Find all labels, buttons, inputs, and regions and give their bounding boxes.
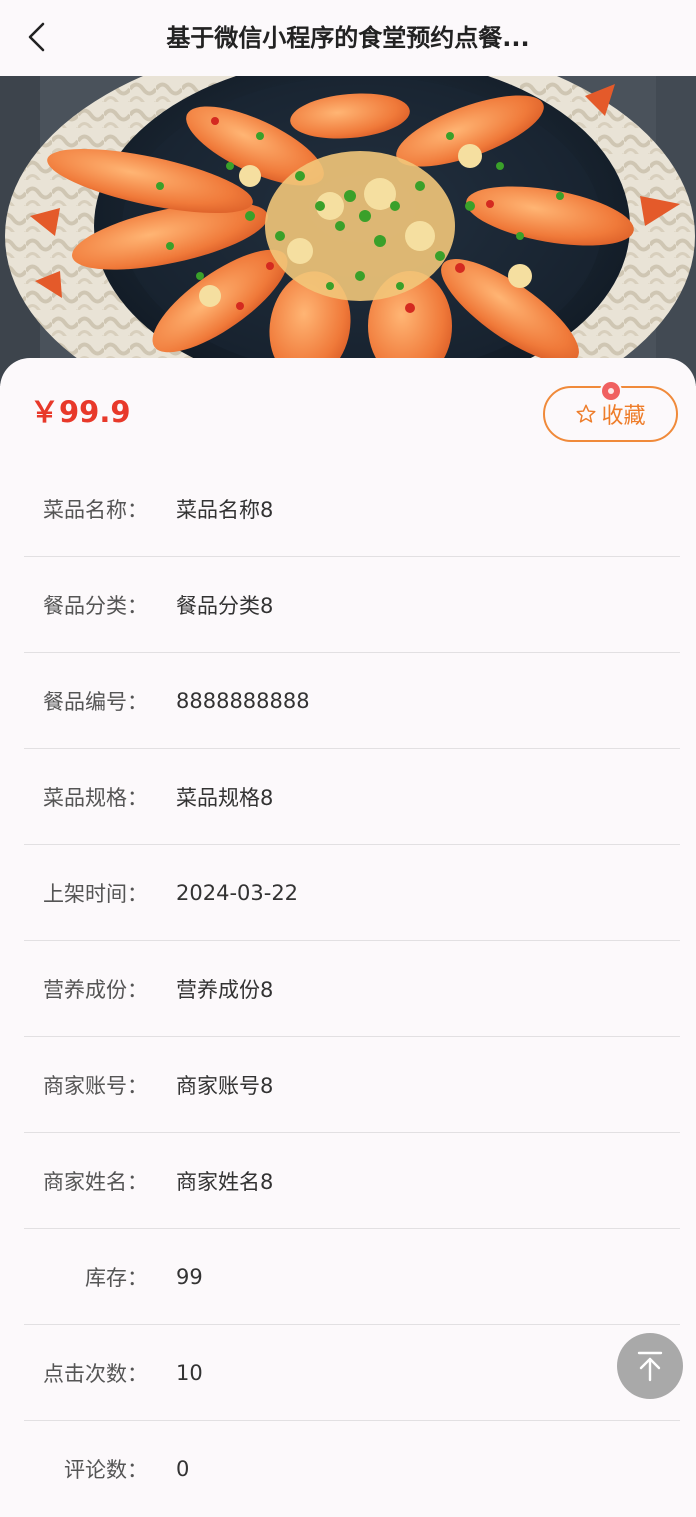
detail-label: 营养成份： [43, 977, 148, 1002]
dish-image [0, 76, 696, 386]
detail-value: 商家账号8 [176, 1073, 274, 1098]
detail-label: 餐品编号： [43, 689, 148, 714]
detail-label: 商家账号： [43, 1073, 148, 1098]
detail-label: 菜品规格： [43, 785, 148, 810]
detail-row-dish-number: 餐品编号： 8888888888 [24, 653, 680, 749]
price-label: ￥99.9 [30, 395, 131, 429]
detail-value: 菜品名称8 [176, 497, 274, 522]
detail-value: 菜品规格8 [176, 785, 274, 810]
detail-label: 上架时间： [43, 881, 148, 906]
detail-row-click-count: 点击次数： 10 [24, 1325, 680, 1421]
navigation-bar: 基于微信小程序的食堂预约点餐... [0, 0, 696, 76]
page-title: 基于微信小程序的食堂预约点餐... [166, 24, 530, 52]
detail-label: 菜品名称： [43, 497, 148, 522]
detail-list: 菜品名称： 菜品名称8 餐品分类： 餐品分类8 餐品编号： 8888888888… [24, 461, 680, 1517]
detail-row-nutrition: 营养成份： 营养成份8 [24, 941, 680, 1037]
detail-value: 8888888888 [176, 688, 310, 713]
detail-value: 商家姓名8 [176, 1169, 274, 1194]
detail-row-dish-name: 菜品名称： 菜品名称8 [24, 461, 680, 557]
favorite-label: 收藏 [601, 404, 646, 429]
notification-dot [602, 382, 620, 400]
detail-label: 餐品分类： [43, 593, 148, 618]
detail-label: 点击次数： [43, 1361, 148, 1386]
arrow-up-to-top-icon [637, 1351, 663, 1382]
detail-row-merchant-account: 商家账号： 商家账号8 [24, 1037, 680, 1133]
detail-row-category: 餐品分类： 餐品分类8 [24, 557, 680, 653]
detail-row-comment-count: 评论数： 0 [24, 1421, 680, 1517]
detail-row-listed-date: 上架时间： 2024-03-22 [24, 845, 680, 941]
star-outline-icon [576, 404, 597, 423]
chevron-left-icon [28, 22, 45, 52]
detail-value: 10 [176, 1360, 203, 1385]
detail-value: 餐品分类8 [176, 593, 274, 618]
detail-row-spec: 菜品规格： 菜品规格8 [24, 749, 680, 845]
detail-value: 2024-03-22 [176, 880, 299, 905]
detail-value: 99 [176, 1264, 203, 1289]
detail-label: 评论数： [64, 1458, 148, 1482]
detail-label: 商家姓名： [43, 1169, 148, 1194]
detail-value: 营养成份8 [176, 977, 274, 1002]
detail-label: 库存： [85, 1265, 148, 1290]
detail-row-merchant-name: 商家姓名： 商家姓名8 [24, 1133, 680, 1229]
detail-row-stock: 库存： 99 [24, 1229, 680, 1325]
back-to-top-button[interactable] [617, 1333, 683, 1399]
detail-value: 0 [176, 1457, 190, 1481]
back-button[interactable] [14, 14, 60, 60]
